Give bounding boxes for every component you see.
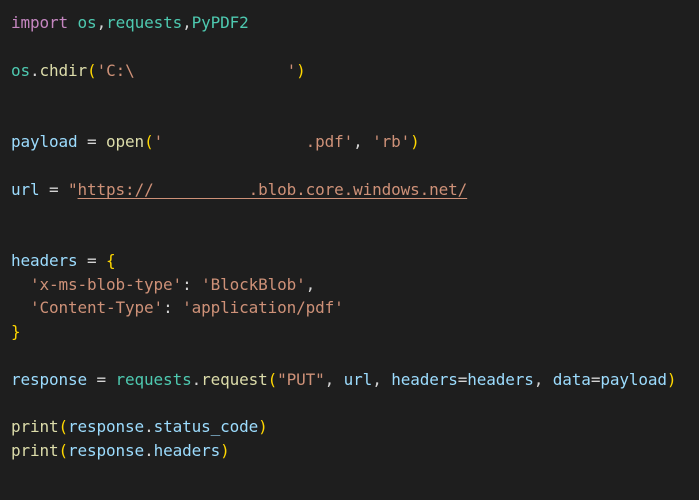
- code-editor[interactable]: import os,requests,PyPDF2 os.chdir('C:\ …: [0, 0, 699, 500]
- code-token: print: [11, 417, 59, 436]
- code-token: payload: [11, 132, 78, 151]
- code-token: .: [191, 370, 202, 389]
- code-token: (: [58, 441, 69, 460]
- code-token: ": [68, 180, 78, 199]
- code-token: 'C:\: [96, 61, 287, 80]
- code-token: headers: [153, 441, 221, 460]
- code-token: data: [552, 370, 591, 389]
- code-token: response: [11, 370, 88, 389]
- code-token: os: [77, 13, 97, 32]
- code-line-payload[interactable]: payload = open(' .pdf', 'rb'): [11, 130, 420, 154]
- code-line-headers-close[interactable]: }: [11, 320, 21, 344]
- code-line-headers-open[interactable]: headers = {: [11, 249, 116, 273]
- code-token: ): [220, 441, 230, 460]
- code-token: status_code: [153, 417, 259, 436]
- code-token: =: [39, 180, 69, 199]
- code-line-import[interactable]: import os,requests,PyPDF2: [11, 11, 249, 35]
- code-token: chdir: [39, 61, 88, 80]
- code-token: ,: [533, 370, 553, 389]
- code-token: requests: [106, 13, 183, 32]
- code-token: ,: [353, 132, 373, 151]
- code-token: =: [590, 370, 601, 389]
- code-token: (: [58, 417, 69, 436]
- code-token: payload: [600, 370, 667, 389]
- code-token: ,: [96, 13, 107, 32]
- code-token: 'BlockBlob': [201, 275, 306, 294]
- code-token: .: [144, 417, 154, 436]
- code-token: (: [87, 61, 97, 80]
- code-token: :: [182, 275, 202, 294]
- code-token: =: [87, 370, 116, 389]
- code-token: ,: [305, 275, 316, 294]
- code-token: request: [201, 370, 268, 389]
- code-token: url: [343, 370, 373, 389]
- code-token: 'application/pdf': [182, 298, 344, 317]
- code-token: ): [296, 61, 306, 80]
- code-token: headers: [467, 370, 534, 389]
- code-token: .: [144, 441, 154, 460]
- code-token: ,: [372, 370, 392, 389]
- code-token: =: [77, 251, 107, 270]
- code-token: :: [163, 298, 183, 317]
- code-line-print-status[interactable]: print(response.status_code): [11, 415, 268, 439]
- code-token: {: [106, 251, 116, 270]
- code-line-chdir[interactable]: os.chdir('C:\ '): [11, 59, 306, 83]
- code-token: PyPDF2: [191, 13, 249, 32]
- code-token: (: [267, 370, 278, 389]
- code-token: ,: [324, 370, 344, 389]
- code-token: https:// .blob.core.windows.net/: [77, 180, 468, 199]
- code-token: requests: [115, 370, 192, 389]
- code-token: import: [11, 13, 69, 32]
- code-token: headers: [11, 251, 78, 270]
- code-token: os: [11, 61, 31, 80]
- code-token: ): [258, 417, 268, 436]
- code-token: headers: [391, 370, 458, 389]
- code-token: }: [11, 322, 21, 341]
- code-token: url: [11, 180, 40, 199]
- code-token: 'Content-Type': [30, 298, 164, 317]
- code-token: =: [457, 370, 468, 389]
- code-token: 'x-ms-blob-type': [30, 275, 183, 294]
- code-token: response: [68, 417, 145, 436]
- code-token: ' .pdf': [153, 132, 354, 151]
- code-line-response[interactable]: response = requests.request("PUT", url, …: [11, 368, 676, 392]
- code-token: .: [30, 61, 40, 80]
- code-token: print: [11, 441, 59, 460]
- code-token: (: [144, 132, 154, 151]
- code-line-header-blob-type[interactable]: 'x-ms-blob-type': 'BlockBlob',: [11, 273, 315, 297]
- code-token: =: [77, 132, 107, 151]
- code-line-url[interactable]: url = "https:// .blob.core.windows.net/: [11, 178, 467, 202]
- code-token: ): [410, 132, 420, 151]
- code-token: open: [106, 132, 145, 151]
- code-token: 'rb': [372, 132, 411, 151]
- code-token: response: [68, 441, 145, 460]
- code-token: "PUT": [277, 370, 325, 389]
- code-token: ,: [182, 13, 192, 32]
- code-token: ': [286, 61, 297, 80]
- code-line-print-headers[interactable]: print(response.headers): [11, 439, 230, 463]
- code-line-header-content-type[interactable]: 'Content-Type': 'application/pdf': [11, 296, 344, 320]
- code-token: ): [666, 370, 677, 389]
